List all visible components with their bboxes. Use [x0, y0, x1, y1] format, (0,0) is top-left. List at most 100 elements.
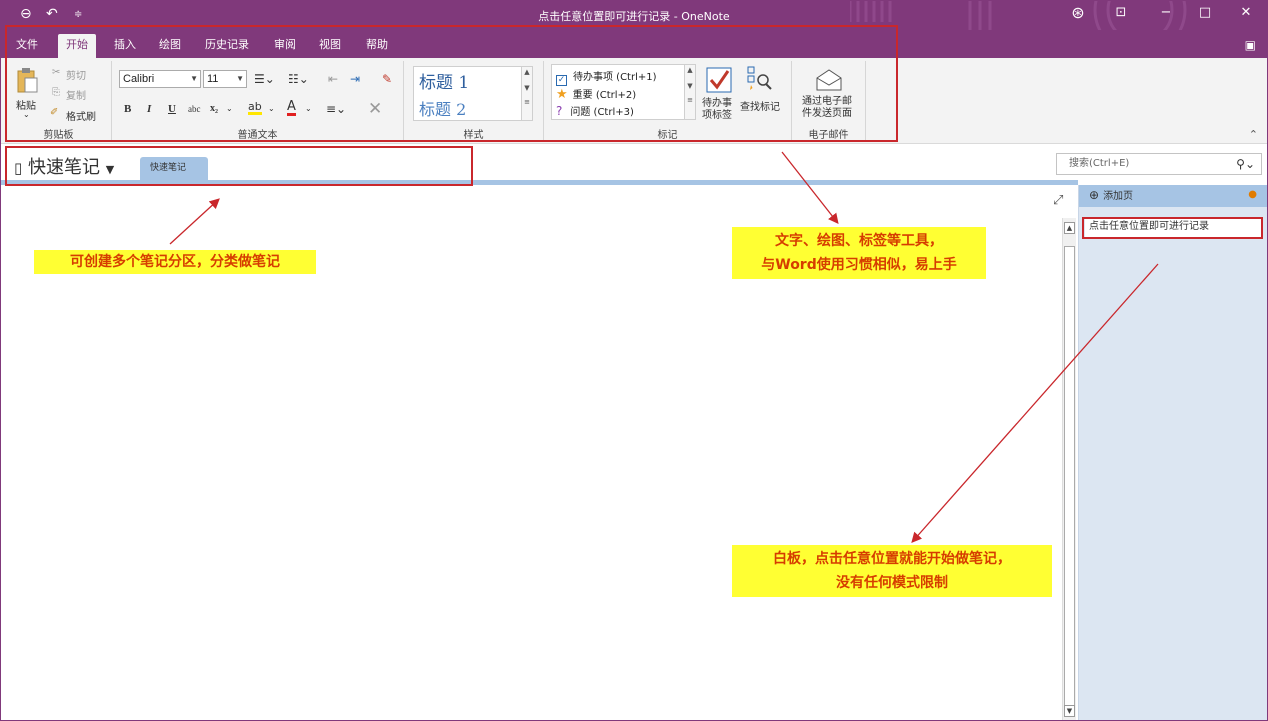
- notebook-selector[interactable]: ▯ 快速笔记 ▼: [14, 153, 114, 179]
- align-icon[interactable]: ≡⌄: [326, 102, 346, 116]
- collapse-ribbon-icon[interactable]: ⌃: [1249, 128, 1258, 141]
- tab-insert[interactable]: 插入: [106, 34, 144, 58]
- tag-important-item[interactable]: ★ 重要 (Ctrl+2): [556, 86, 636, 102]
- note-canvas-line2: 没有任何模式限制: [836, 575, 948, 591]
- find-tags-button[interactable]: 查找标记: [740, 98, 780, 113]
- strikethrough-button[interactable]: abc: [188, 104, 201, 114]
- chevron-down-icon: ▼: [236, 74, 244, 83]
- page-list-item[interactable]: 点击任意位置即可进行记录: [1085, 218, 1261, 238]
- notebook-name: 快速笔记: [28, 157, 100, 178]
- tags-group-label: 标记: [657, 130, 678, 141]
- tag-gallery[interactable]: ✓ 待办事项 (Ctrl+1) ★ 重要 (Ctrl+2) ? 问题 (Ctrl+3)…: [551, 64, 696, 120]
- email-group: 通过电子邮 件发送页面 电子邮件: [792, 61, 866, 141]
- gallery-more-icon[interactable]: ≡: [522, 98, 532, 106]
- format-painter-button[interactable]: 格式刷: [66, 108, 96, 123]
- tab-file[interactable]: 文件: [8, 34, 46, 58]
- tab-view[interactable]: 视图: [311, 34, 349, 58]
- todo-tag-check-icon[interactable]: [706, 67, 732, 93]
- scrollbar-thumb[interactable]: [1064, 246, 1075, 708]
- note-canvas-line1: 白板，点击任意位置就能开始做笔记，: [773, 551, 1011, 567]
- copy-button[interactable]: 复制: [66, 87, 86, 102]
- bold-button[interactable]: B: [124, 103, 131, 115]
- chevron-down-icon[interactable]: ⌄: [305, 104, 312, 113]
- search-box[interactable]: 搜索(Ctrl+E) ⚲⌄: [1056, 153, 1262, 175]
- chevron-down-icon: ▼: [190, 74, 198, 83]
- numbering-icon[interactable]: ☷⌄: [288, 72, 309, 86]
- font-size-combo[interactable]: 11 ▼: [203, 70, 247, 88]
- style-gallery-scroll[interactable]: ▲ ▼ ≡: [521, 67, 532, 120]
- tab-help[interactable]: 帮助: [358, 34, 396, 58]
- tag-todo-item[interactable]: ✓ 待办事项 (Ctrl+1): [556, 68, 657, 86]
- close-icon[interactable]: ✕: [1236, 5, 1256, 20]
- font-color-icon[interactable]: A: [287, 100, 296, 116]
- add-page-label: 添加页: [1103, 191, 1134, 202]
- tab-review[interactable]: 审阅: [266, 34, 304, 58]
- question-icon: ?: [556, 104, 563, 118]
- chevron-down-icon[interactable]: ⌄: [226, 104, 233, 113]
- paste-icon[interactable]: [16, 66, 38, 94]
- email-envelope-icon[interactable]: [816, 69, 842, 91]
- clipboard-group: 粘贴 ⌄ ✂ 剪切 ⎘ 复制 ✐ 格式刷 剪贴板: [6, 61, 112, 141]
- cut-button[interactable]: 剪切: [66, 67, 86, 82]
- star-icon: ★: [556, 87, 568, 102]
- styles-group-label: 样式: [463, 130, 484, 141]
- search-icon[interactable]: ⚲⌄: [1236, 154, 1255, 174]
- style-gallery[interactable]: 标题 1 标题 2 ▲ ▼ ≡: [413, 66, 533, 121]
- tab-draw[interactable]: 绘图: [151, 34, 189, 58]
- clear-formatting-icon[interactable]: ✎: [382, 72, 392, 86]
- chevron-down-icon[interactable]: ⌄: [268, 104, 275, 113]
- todo-tag-button[interactable]: 待办事 项标签: [702, 98, 732, 122]
- copy-icon[interactable]: ⎘: [52, 87, 60, 98]
- cut-icon[interactable]: ✂: [52, 67, 60, 78]
- add-icon: ⊕: [1089, 188, 1100, 202]
- font-size-value: 11: [207, 73, 219, 85]
- font-name-value: Calibri: [123, 73, 155, 85]
- email-group-label: 电子邮件: [808, 130, 849, 141]
- scroll-up-icon[interactable]: ▲: [522, 68, 532, 76]
- tag-question-item[interactable]: ? 问题 (Ctrl+3): [556, 103, 634, 118]
- scroll-up-icon[interactable]: ▲: [1064, 222, 1075, 234]
- expand-page-icon[interactable]: ⤢: [1053, 193, 1063, 208]
- tag-gallery-scroll[interactable]: ▲ ▼ ≡: [684, 65, 695, 119]
- paste-dropdown-icon[interactable]: ⌄: [23, 110, 30, 119]
- tag-important-label: 重要 (Ctrl+2): [572, 90, 637, 101]
- title-bar: ⊖ ↶ ≑ 点击任意位置即可进行记录 - OneNote ⊛ ⊡ − □ ✕: [0, 0, 1268, 30]
- ribbon-tab-row: 文件 开始 插入 绘图 历史记录 审阅 视图 帮助 ▣: [0, 30, 1268, 58]
- scroll-up-icon[interactable]: ▲: [685, 66, 695, 74]
- email-page-button[interactable]: 通过电子邮 件发送页面: [802, 96, 852, 120]
- window-options-icon[interactable]: ▣: [1245, 38, 1256, 52]
- add-page-button[interactable]: ⊕ 添加页 ●: [1079, 185, 1268, 207]
- account-icon[interactable]: ⊛: [1068, 3, 1088, 22]
- tag-question-label: 问题 (Ctrl+3): [570, 107, 634, 118]
- scroll-down-icon[interactable]: ▼: [522, 84, 532, 92]
- note-tools-line1: 文字、绘图、标签等工具，: [775, 233, 943, 249]
- find-tags-icon[interactable]: [746, 65, 772, 91]
- chevron-down-icon: ▼: [105, 163, 115, 176]
- tab-history[interactable]: 历史记录: [197, 34, 257, 58]
- page-scrollbar[interactable]: ▲ ▼: [1062, 218, 1076, 721]
- sort-icon[interactable]: ●: [1248, 185, 1257, 205]
- font-name-combo[interactable]: Calibri ▼: [119, 70, 201, 88]
- format-painter-icon[interactable]: ✐: [50, 107, 58, 118]
- ribbon-display-icon[interactable]: ⊡: [1111, 5, 1131, 20]
- highlight-icon[interactable]: ab: [248, 101, 262, 115]
- checkbox-icon: ✓: [556, 75, 567, 86]
- style-heading-2[interactable]: 标题 2: [419, 96, 466, 120]
- scroll-down-icon[interactable]: ▼: [1064, 705, 1075, 717]
- underline-button[interactable]: U: [168, 103, 176, 115]
- tab-home[interactable]: 开始: [58, 34, 96, 58]
- style-heading-1[interactable]: 标题 1: [419, 68, 469, 93]
- notebook-icon: ▯: [14, 159, 23, 177]
- italic-button[interactable]: I: [147, 103, 151, 115]
- decrease-indent-icon[interactable]: ⇤: [328, 72, 338, 86]
- scroll-down-icon[interactable]: ▼: [685, 82, 695, 90]
- minimize-icon[interactable]: −: [1156, 5, 1176, 20]
- increase-indent-icon[interactable]: ⇥: [350, 72, 360, 86]
- section-tab-quick-notes[interactable]: 快速笔记: [140, 157, 208, 182]
- maximize-icon[interactable]: □: [1195, 5, 1215, 20]
- subscript-button[interactable]: x₂: [210, 103, 218, 114]
- gallery-more-icon[interactable]: ≡: [685, 96, 695, 104]
- tag-todo-label: 待办事项 (Ctrl+1): [573, 72, 657, 83]
- bullets-icon[interactable]: ☰⌄: [254, 72, 275, 86]
- delete-icon[interactable]: ✕: [368, 99, 382, 119]
